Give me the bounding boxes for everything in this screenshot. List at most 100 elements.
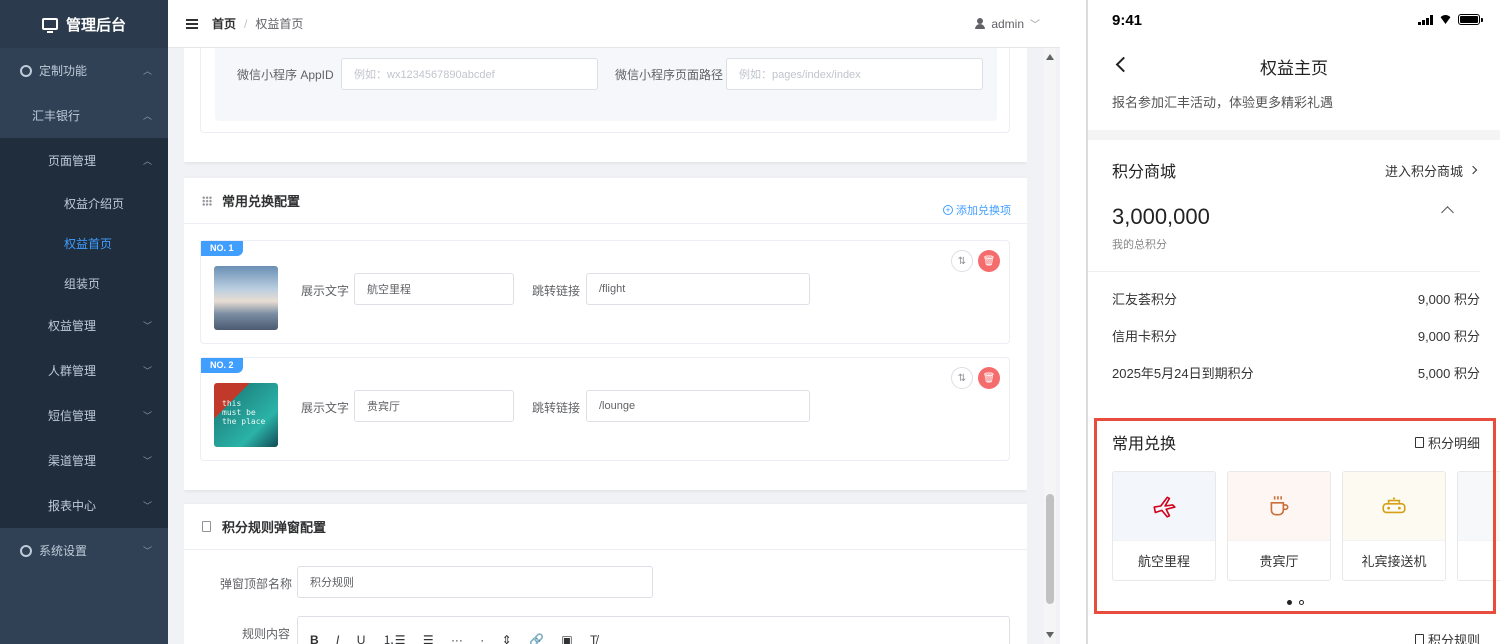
points-row: 汇友荟积分 9,000 积分 (1088, 280, 1500, 317)
item-thumbnail[interactable] (214, 266, 278, 330)
monitor-icon (41, 18, 58, 33)
points-row-label: 信用卡积分 (1112, 329, 1178, 344)
chevron-down-icon: ﹀ (142, 366, 152, 376)
logo: 管理后台 (0, 0, 168, 48)
battery-icon (1458, 14, 1483, 25)
gear-icon (20, 64, 32, 77)
scrollbar-thumb[interactable] (1046, 494, 1054, 604)
sidebar-item-crowd-mgmt[interactable]: 人群管理 ﹀ (0, 348, 168, 393)
scroll-down-icon[interactable] (1046, 632, 1054, 638)
item-thumbnail[interactable]: this must be the place (214, 383, 278, 447)
popup-top-name-input[interactable]: 积分规则 (297, 566, 653, 598)
status-icons (1418, 14, 1483, 25)
sidebar-item-home-page[interactable]: 权益首页 (0, 223, 168, 263)
ordered-list-button[interactable]: ⒈☰ (383, 631, 406, 644)
page-path-input[interactable]: 例如：pages/index/index (726, 58, 983, 90)
sidebar-item-reports[interactable]: 报表中心 ﹀ (0, 483, 168, 528)
status-time: 9:41 (1112, 11, 1143, 29)
total-points-label: 我的总积分 (1112, 239, 1167, 251)
add-exchange-label: 添加兑换项 (956, 205, 1011, 217)
sidebar-item-page-mgmt[interactable]: 页面管理 ︿ (0, 138, 168, 183)
rules-config-header: 积分规则弹窗配置 (184, 504, 1027, 550)
navbar: 首页 / 权益首页 admin ﹀ (168, 0, 1060, 48)
thumbnail-text: this must be the place (222, 399, 266, 426)
line-height-button[interactable]: ⇕ (502, 633, 512, 644)
sidebar-item-channel-mgmt[interactable]: 渠道管理 ﹀ (0, 438, 168, 483)
phone-preview: 9:41 权益主页 报名参加汇丰活动，体验更多精彩礼遇 积分商城 进入积分商城 … (1088, 0, 1500, 644)
sidebar-item-label: 汇丰银行 (32, 109, 81, 123)
chevron-down-icon: ﹀ (142, 321, 152, 331)
clear-format-button[interactable]: T̸ (590, 633, 597, 644)
user-icon (975, 18, 986, 29)
sidebar-item-label: 渠道管理 (48, 454, 97, 468)
sidebar-item-intro-page[interactable]: 权益介绍页 (0, 183, 168, 223)
underline-button[interactable]: U (357, 633, 366, 644)
chevron-right-icon (1468, 165, 1478, 175)
exchange-config-header: 常用兑换配置 + 添加兑换项 (184, 178, 1027, 224)
appid-input[interactable]: 例如：wx1234567890abcdef (341, 58, 598, 90)
wifi-icon (1439, 15, 1452, 24)
section-separator (1088, 130, 1500, 140)
panel-gap (1060, 0, 1088, 644)
points-row: 信用卡积分 9,000 积分 (1088, 317, 1500, 354)
enter-mall-label: 进入积分商城 (1384, 163, 1463, 179)
page-path-label: 微信小程序页面路径 (615, 68, 724, 82)
sidebar-item-settings[interactable]: 系统设置 ﹀ (0, 528, 168, 573)
sidebar-item-custom[interactable]: 定制功能 ︿ (0, 48, 168, 93)
enter-mall-link[interactable]: 进入积分商城 (1384, 161, 1478, 180)
display-text-input[interactable]: 贵宾厅 (354, 390, 514, 422)
phone-page-title: 权益主页 (1260, 58, 1328, 78)
document-icon (1414, 634, 1424, 644)
rule-content-label: 规则内容 (242, 627, 291, 641)
points-rules-link[interactable]: 积分规则 (1414, 630, 1480, 644)
rules-config-card: 积分规则弹窗配置 弹窗顶部名称 积分规则 规则内容 B I U ⒈☰ ☰ ···… (184, 504, 1027, 644)
total-points-block[interactable]: 3,000,000 我的总积分 (1088, 200, 1480, 272)
italic-button[interactable]: I (336, 633, 339, 644)
points-row-value: 9,000 积分 (1417, 292, 1480, 307)
link-button[interactable]: 🔗 (529, 633, 544, 644)
chevron-down-icon: ﹀ (142, 501, 152, 511)
breadcrumb-home[interactable]: 首页 (212, 15, 236, 32)
sort-icon[interactable]: ⇅ (951, 250, 973, 272)
display-text-label: 展示文字 (301, 401, 350, 415)
sidebar-item-label: 系统设置 (39, 544, 88, 558)
rich-text-editor[interactable]: B I U ⒈☰ ☰ ··· · ⇕ 🔗 ▣ T̸ (297, 616, 1010, 644)
user-name: admin (991, 16, 1024, 31)
back-arrow-icon[interactable] (1115, 56, 1132, 73)
delete-icon[interactable]: 🗑 (978, 367, 1000, 389)
content-scroll: 微信小程序 AppID 例如：wx1234567890abcdef 微信小程序页… (184, 48, 1027, 644)
exchange-item: NO. 2 this must be the place 展示文字 贵宾厅 跳转… (200, 357, 1010, 461)
indent-button[interactable]: ··· (451, 633, 463, 644)
sidebar-item-assemble-page[interactable]: 组装页 (0, 263, 168, 303)
points-row: 2025年5月24日到期积分 5,000 积分 (1088, 354, 1500, 391)
bullet-list-button[interactable]: ☰ (423, 633, 434, 644)
hamburger-icon[interactable] (186, 18, 198, 29)
chevron-down-icon: ﹀ (142, 546, 152, 556)
bold-button[interactable]: B (310, 633, 319, 644)
jump-link-input[interactable]: /flight (586, 273, 810, 305)
add-exchange-button[interactable]: + 添加兑换项 (943, 202, 1011, 218)
display-text-input[interactable]: 航空里程 (354, 273, 514, 305)
status-bar: 9:41 (1088, 0, 1500, 40)
sidebar-item-sms-mgmt[interactable]: 短信管理 ﹀ (0, 393, 168, 438)
image-button[interactable]: ▣ (561, 633, 572, 644)
phone-subtitle: 报名参加汇丰活动，体验更多精彩礼遇 (1112, 95, 1334, 110)
rules-config-title: 积分规则弹窗配置 (222, 520, 327, 535)
points-row-value: 5,000 积分 (1417, 366, 1480, 381)
sidebar: 管理后台 定制功能 ︿ 汇丰银行 ︿ 页面管理 ︿ 权益介绍页 权益首页 组装页… (0, 0, 168, 644)
sort-icon[interactable]: ⇅ (951, 367, 973, 389)
sidebar-item-label: 权益管理 (48, 319, 97, 333)
popup-top-name-label: 弹窗顶部名称 (220, 577, 293, 591)
sidebar-item-rights-mgmt[interactable]: 权益管理 ﹀ (0, 303, 168, 348)
user-menu[interactable]: admin ﹀ (975, 16, 1040, 31)
document-icon (202, 521, 211, 532)
main-scrollbar[interactable] (1044, 48, 1056, 644)
delete-icon[interactable]: 🗑 (978, 250, 1000, 272)
outdent-button[interactable]: · (480, 633, 484, 644)
points-row-label: 汇友荟积分 (1112, 292, 1178, 307)
scroll-up-icon[interactable] (1046, 54, 1054, 60)
jump-link-input[interactable]: /lounge (586, 390, 810, 422)
sidebar-item-hsbc[interactable]: 汇丰银行 ︿ (0, 93, 168, 138)
exchange-config-card: 常用兑换配置 + 添加兑换项 NO. 1 展示文字 航空里程 跳转链接 /fli… (184, 178, 1027, 490)
item-number-badge: NO. 2 (201, 358, 243, 373)
